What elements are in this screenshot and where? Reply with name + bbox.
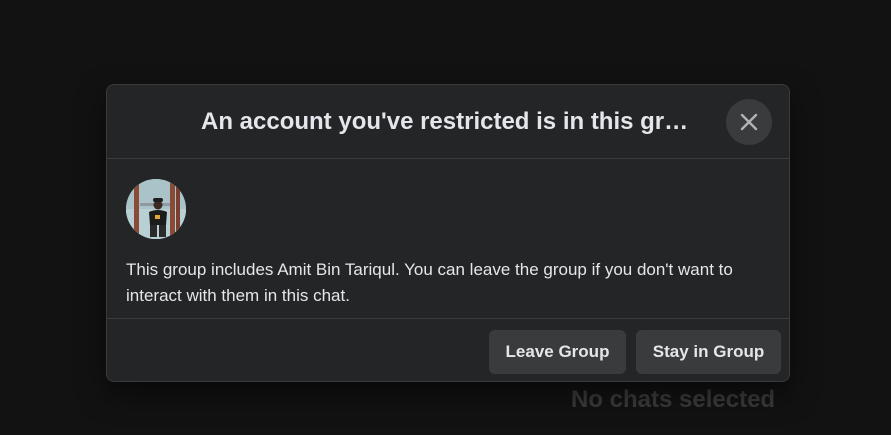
dialog-message: This group includes Amit Bin Tariqul. Yo… [126,260,733,305]
dialog-title: An account you've restricted is in this … [201,108,701,135]
close-button[interactable] [726,99,772,145]
leave-group-button[interactable]: Leave Group [489,330,626,374]
dialog-footer: Leave Group Stay in Group [107,318,789,381]
avatar-photo [126,179,186,239]
dialog-header: An account you've restricted is in this … [107,85,789,159]
dialog-body: This group includes Amit Bin Tariqul. Yo… [107,159,789,319]
close-icon [740,113,758,131]
no-chats-selected-text: No chats selected [571,386,776,413]
restricted-account-dialog: An account you've restricted is in this … [106,84,790,382]
stay-in-group-button[interactable]: Stay in Group [636,330,781,374]
avatar [126,179,186,239]
